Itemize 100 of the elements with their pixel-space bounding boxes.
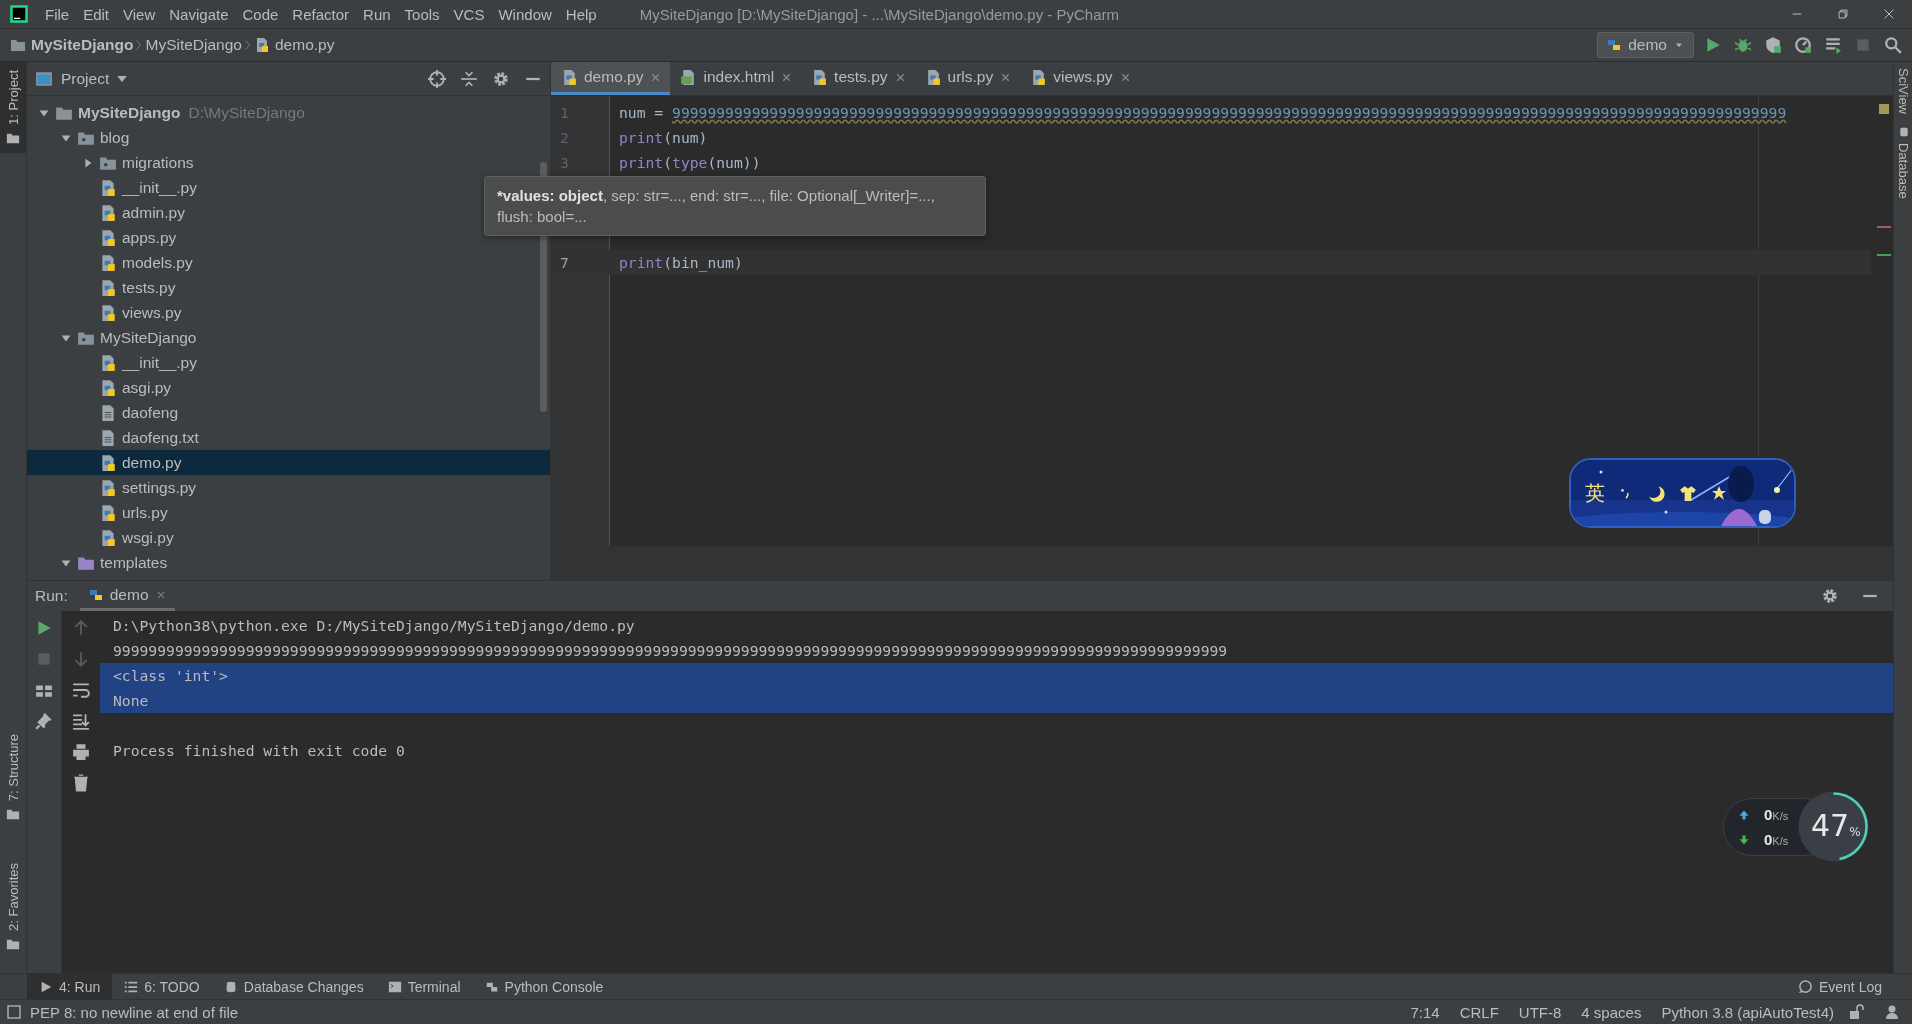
speed-reading: 0K/s [1764, 806, 1789, 823]
tool-window-tab[interactable]: Terminal [375, 974, 473, 999]
tree-item[interactable]: settings.py [27, 475, 203, 500]
tree-item[interactable]: models.py [27, 250, 199, 275]
editor-tab[interactable]: views.py [1020, 62, 1140, 95]
inspector-icon[interactable] [1884, 1004, 1900, 1020]
editor-tab[interactable]: tests.py [801, 62, 915, 95]
tree-item[interactable]: admin.py [27, 200, 191, 225]
rerun-icon[interactable] [35, 619, 53, 637]
folder-icon [6, 937, 20, 951]
tree-item[interactable]: MySiteDjango D:\MySiteDjango [27, 100, 311, 125]
warning-marker[interactable] [1879, 104, 1889, 114]
menu-item[interactable]: File [38, 0, 77, 28]
speech-bubble-icon [1797, 979, 1813, 994]
menu-item[interactable]: Edit [76, 0, 117, 28]
tree-item[interactable]: MySiteDjango [27, 325, 203, 350]
event-log-button[interactable]: Event Log [1785, 974, 1894, 999]
trash-icon[interactable] [72, 774, 90, 792]
python-file-icon [561, 68, 578, 86]
tree-item[interactable]: __init__.py [27, 350, 203, 375]
menu-item[interactable]: Window [491, 0, 559, 28]
search-icon[interactable] [1884, 36, 1902, 54]
menu-item[interactable]: View [116, 0, 163, 28]
up-arrow-icon [1738, 808, 1750, 821]
tree-item[interactable]: blog [27, 125, 136, 150]
menu-item[interactable]: Refactor [285, 0, 357, 28]
status-item[interactable]: Python 3.8 (apiAutoTest4) [1655, 1003, 1840, 1021]
python-file-icon [99, 178, 117, 197]
settings-icon[interactable] [1821, 587, 1839, 605]
breadcrumb[interactable]: MySiteDjango [10, 36, 134, 54]
tool-window-tab[interactable]: SciView [1894, 62, 1912, 120]
tool-window-tab[interactable]: 4: Run [27, 974, 113, 999]
tool-window-tab[interactable]: 1: Project [0, 62, 26, 153]
tree-item[interactable]: wsgi.py [27, 525, 180, 550]
tool-window-tab[interactable]: 2: Favorites [0, 855, 26, 959]
ime-toolbar[interactable]: 英 [1569, 458, 1796, 528]
collapse-all-icon[interactable] [460, 69, 478, 88]
project-view-dropdown[interactable]: Project [35, 69, 128, 88]
status-item[interactable]: UTF-8 [1512, 1003, 1568, 1021]
menu-item[interactable]: Code [235, 0, 286, 28]
text-file-icon [99, 428, 117, 447]
tree-item[interactable]: migrations [27, 150, 200, 175]
python-logo-icon [1606, 37, 1623, 53]
menu-item[interactable]: Navigate [162, 0, 236, 28]
status-message: PEP 8: no newline at end of file [30, 1003, 239, 1021]
status-item[interactable]: 7:14 [1404, 1003, 1446, 1021]
list-icon[interactable] [1824, 36, 1842, 54]
tool-window-tab[interactable]: 6: TODO [112, 974, 212, 999]
console-line: Process finished with exit code 0 [112, 741, 406, 761]
python-file-icon [99, 303, 117, 322]
play-icon[interactable] [1704, 36, 1722, 54]
run-config-dropdown[interactable]: demo [1597, 32, 1694, 58]
wrap-icon[interactable] [72, 681, 90, 699]
scroll-to-end-icon[interactable] [72, 712, 90, 730]
tree-item[interactable]: asgi.py [27, 375, 178, 400]
menu-item[interactable]: Run [356, 0, 398, 28]
ime-mode-label[interactable]: 英 [1585, 479, 1605, 507]
bug-icon[interactable] [1734, 36, 1752, 54]
breadcrumb[interactable]: demo.py [254, 36, 335, 54]
tree-item[interactable]: apps.py [27, 225, 183, 250]
text-file-icon [99, 403, 117, 422]
shirt-icon[interactable] [1679, 484, 1697, 502]
breadcrumb[interactable]: MySiteDjango [145, 36, 242, 54]
python-file-icon [99, 503, 117, 522]
python-file-icon [99, 353, 117, 372]
crosshair-icon[interactable] [428, 69, 446, 88]
lock-icon[interactable] [1848, 1004, 1864, 1020]
tool-window-tab[interactable]: Database Changes [211, 974, 376, 999]
tree-item[interactable]: daofeng.txt [27, 425, 205, 450]
tree-item[interactable]: templates [27, 550, 174, 575]
status-item[interactable]: CRLF [1453, 1003, 1505, 1021]
tree-item[interactable]: views.py [27, 300, 188, 325]
shield-icon[interactable] [1764, 36, 1782, 54]
editor-tab[interactable]: demo.py [551, 62, 671, 95]
menu-item[interactable]: VCS [446, 0, 492, 28]
restore-icon[interactable] [1836, 7, 1850, 21]
status-item[interactable]: 4 spaces [1575, 1003, 1648, 1021]
tool-window-tab[interactable]: Python Console [472, 974, 616, 999]
print-icon[interactable] [72, 743, 90, 761]
editor-tab[interactable]: index.html [670, 62, 802, 95]
tree-item[interactable]: urls.py [27, 500, 174, 525]
star-icon[interactable] [1711, 485, 1727, 501]
editor-tab[interactable]: urls.py [914, 62, 1021, 95]
play-icon [39, 979, 53, 994]
menu-item[interactable]: Tools [397, 0, 447, 28]
tree-item[interactable]: daofeng [27, 400, 185, 425]
tree-item[interactable]: __init__.py [27, 175, 203, 200]
python-file-icon [99, 253, 117, 272]
moon-icon[interactable] [1647, 484, 1665, 502]
panel-toggle-icon[interactable] [6, 1004, 22, 1020]
tool-window-tab[interactable]: Database [1894, 120, 1912, 205]
database-icon [1897, 126, 1910, 138]
settings-icon[interactable] [492, 69, 510, 88]
pin-icon[interactable] [35, 712, 53, 730]
close-icon[interactable] [1882, 7, 1896, 21]
tree-item[interactable]: demo.py [27, 450, 550, 475]
menu-item[interactable]: Help [558, 0, 604, 28]
tool-window-tab[interactable]: 7: Structure [0, 725, 26, 830]
tree-item[interactable]: tests.py [27, 275, 182, 300]
gauge-icon[interactable] [1794, 36, 1812, 54]
